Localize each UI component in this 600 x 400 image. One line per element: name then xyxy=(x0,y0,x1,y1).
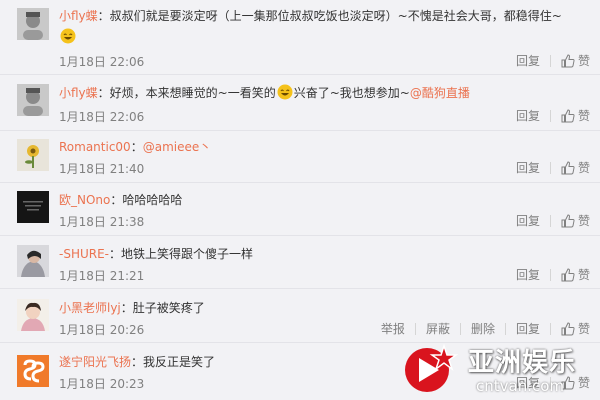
comment-body: ： xyxy=(130,140,143,154)
comment-actions: 举报 屏蔽 删除 回复 赞 xyxy=(381,320,590,337)
action-divider xyxy=(549,268,551,281)
comment-actions: 回复 赞 xyxy=(516,374,590,391)
avatar[interactable] xyxy=(17,355,49,387)
thumbs-up-icon xyxy=(561,53,575,67)
mention-link[interactable]: @酷狗直播 xyxy=(410,86,470,100)
mention-link[interactable]: @amieee丶 xyxy=(143,140,212,154)
comment-text: 小fly蝶：叔叔们就是要淡定呀（上一集那位叔叔吃饭也淡定呀）~不愧是社会大哥，都… xyxy=(59,8,590,24)
comment-body: ：好烦，本来想睡觉的~一看笑的 xyxy=(97,86,276,100)
avatar[interactable] xyxy=(17,299,49,331)
comment-body: ：哈哈哈哈哈 xyxy=(110,193,183,207)
comment-body: ：叔叔们就是要淡定呀（上一集那位叔叔吃饭也淡定呀）~不愧是社会大哥，都稳得住~ xyxy=(97,9,562,23)
comment-text: 小黑老师lyj：肚子被笑疼了 xyxy=(59,300,590,316)
action-divider xyxy=(549,109,551,122)
comment-text: -SHURE-：地铁上笑得跟个傻子一样 xyxy=(59,246,590,262)
avatar[interactable] xyxy=(17,8,49,40)
comment-item: 小黑老师lyj：肚子被笑疼了 1月18日 20:26 举报 屏蔽 删除 回复 赞 xyxy=(0,289,600,343)
action-divider xyxy=(549,376,551,389)
comment-time: 1月18日 20:26 xyxy=(59,323,145,337)
avatar[interactable] xyxy=(17,84,49,116)
comment-time: 1月18日 21:38 xyxy=(59,215,145,229)
thumbs-up-icon xyxy=(561,375,575,389)
comment-time: 1月18日 20:23 xyxy=(59,377,145,391)
action-divider xyxy=(414,322,416,335)
action-divider xyxy=(549,214,551,227)
reply-button[interactable]: 回复 xyxy=(516,52,540,69)
like-button[interactable]: 赞 xyxy=(561,374,590,391)
comment-body-continued: 兴奋了~我也想参加~ xyxy=(293,86,410,100)
action-divider xyxy=(459,322,461,335)
comment-actions: 回复 赞 xyxy=(516,212,590,229)
comment-author[interactable]: 欧_NOno xyxy=(59,193,110,207)
like-button[interactable]: 赞 xyxy=(561,266,590,283)
comment-author[interactable]: 遂宁阳光飞扬 xyxy=(59,355,131,369)
like-label: 赞 xyxy=(577,214,590,228)
thumbs-up-icon xyxy=(561,213,575,227)
action-divider xyxy=(549,54,551,67)
comment-actions: 回复 赞 xyxy=(516,107,590,124)
like-label: 赞 xyxy=(577,376,590,390)
comment-time: 1月18日 22:06 xyxy=(59,110,145,124)
comment-item: -SHURE-：地铁上笑得跟个傻子一样 1月18日 21:21 回复 赞 xyxy=(0,236,600,289)
action-divider xyxy=(549,161,551,174)
comment-text: 小fly蝶：好烦，本来想睡觉的~一看笑的 兴奋了~我也想参加~@酷狗直播 xyxy=(59,84,590,101)
comment-author[interactable]: -SHURE- xyxy=(59,247,109,261)
comment-body: ：我反正是笑了 xyxy=(131,355,216,369)
comment-body: ：地铁上笑得跟个傻子一样 xyxy=(109,247,254,261)
comment-feed: 小fly蝶：叔叔们就是要淡定呀（上一集那位叔叔吃饭也淡定呀）~不愧是社会大哥，都… xyxy=(0,0,600,400)
like-label: 赞 xyxy=(577,54,590,68)
reply-button[interactable]: 回复 xyxy=(516,266,540,283)
comment-item: 小fly蝶：好烦，本来想睡觉的~一看笑的 兴奋了~我也想参加~@酷狗直播 1月18… xyxy=(0,75,600,131)
like-label: 赞 xyxy=(577,322,590,336)
like-button[interactable]: 赞 xyxy=(561,107,590,124)
like-button[interactable]: 赞 xyxy=(561,159,590,176)
avatar[interactable] xyxy=(17,245,49,277)
comment-author[interactable]: Romantic00 xyxy=(59,140,131,154)
comment-author[interactable]: 小fly蝶 xyxy=(59,86,98,100)
comment-body: ：肚子被笑疼了 xyxy=(120,301,205,315)
comment-actions: 回复 赞 xyxy=(516,159,590,176)
comment-item: 欧_NOno：哈哈哈哈哈 1月18日 21:38 回复 赞 xyxy=(0,183,600,236)
reply-button[interactable]: 回复 xyxy=(516,107,540,124)
reply-button[interactable]: 回复 xyxy=(516,212,540,229)
thumbs-up-icon xyxy=(561,267,575,281)
laugh-emoji-icon xyxy=(277,84,293,100)
thumbs-up-icon xyxy=(561,321,575,335)
comment-item: 遂宁阳光飞扬：我反正是笑了 1月18日 20:23 回复 赞 xyxy=(0,343,600,400)
like-label: 赞 xyxy=(577,161,590,175)
comment-author[interactable]: 小fly蝶 xyxy=(59,9,98,23)
delete-button[interactable]: 删除 xyxy=(471,320,495,337)
comment-text-continued xyxy=(59,28,590,45)
reply-button[interactable]: 回复 xyxy=(516,159,540,176)
like-label: 赞 xyxy=(577,109,590,123)
reply-button[interactable]: 回复 xyxy=(516,374,540,391)
avatar[interactable] xyxy=(17,139,49,171)
avatar[interactable] xyxy=(17,191,49,223)
comment-actions: 回复 赞 xyxy=(516,52,590,69)
comment-item: Romantic00：@amieee丶 1月18日 21:40 回复 赞 xyxy=(0,131,600,183)
block-button[interactable]: 屏蔽 xyxy=(426,320,450,337)
comment-actions: 回复 赞 xyxy=(516,266,590,283)
comment-time: 1月18日 22:06 xyxy=(59,55,145,69)
comment-author[interactable]: 小黑老师lyj xyxy=(59,301,121,315)
action-divider xyxy=(504,322,506,335)
like-button[interactable]: 赞 xyxy=(561,212,590,229)
action-divider xyxy=(549,322,551,335)
comment-text: Romantic00：@amieee丶 xyxy=(59,139,590,155)
comment-text: 欧_NOno：哈哈哈哈哈 xyxy=(59,192,590,208)
like-label: 赞 xyxy=(577,268,590,282)
comment-time: 1月18日 21:40 xyxy=(59,162,145,176)
thumbs-up-icon xyxy=(561,160,575,174)
report-button[interactable]: 举报 xyxy=(381,320,405,337)
laugh-emoji-icon xyxy=(60,28,76,44)
like-button[interactable]: 赞 xyxy=(561,320,590,337)
reply-button[interactable]: 回复 xyxy=(516,320,540,337)
like-button[interactable]: 赞 xyxy=(561,52,590,69)
comment-time: 1月18日 21:21 xyxy=(59,269,145,283)
comment-item: 小fly蝶：叔叔们就是要淡定呀（上一集那位叔叔吃饭也淡定呀）~不愧是社会大哥，都… xyxy=(0,0,600,75)
thumbs-up-icon xyxy=(561,108,575,122)
comment-text: 遂宁阳光飞扬：我反正是笑了 xyxy=(59,354,590,370)
